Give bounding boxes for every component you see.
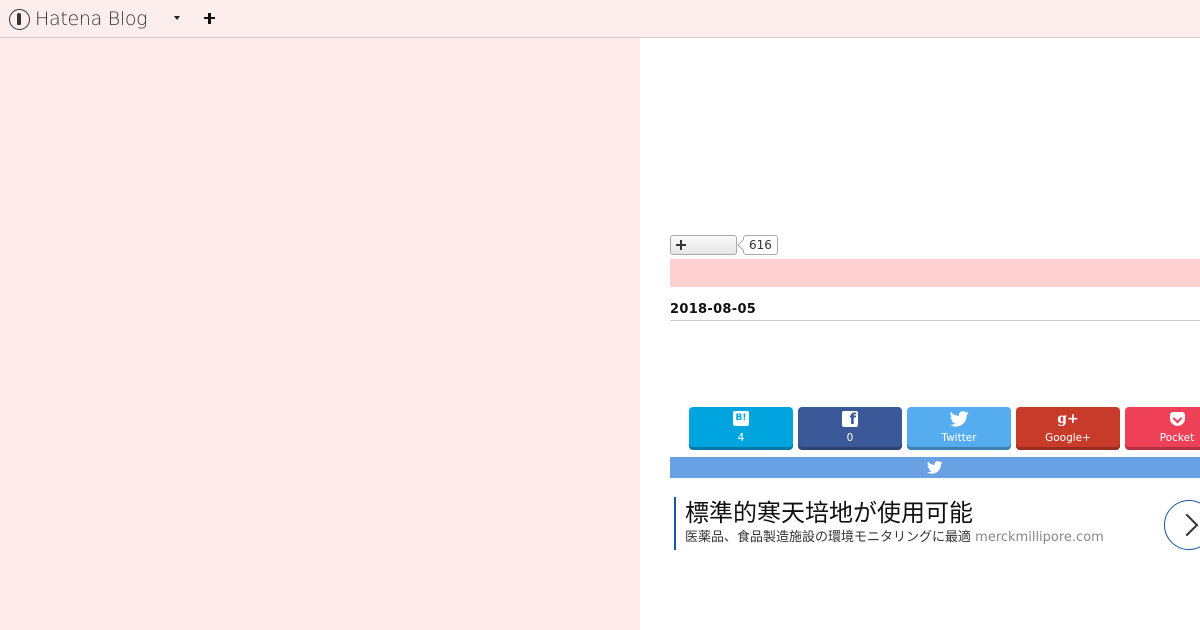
brand-name: Hatena Blog (35, 8, 148, 30)
pocket-icon (1169, 411, 1185, 426)
twitter-label: Twitter (941, 432, 977, 444)
share-buttons: B! 4 f 0 Twitter g+ Google+ Pocket (689, 407, 1200, 450)
facebook-share-count: 0 (846, 432, 854, 444)
ad-description: 医薬品、食品製造施設の環境モニタリングに最適 merckmillipore.co… (685, 529, 1200, 547)
ad-promo[interactable]: 標準的寒天培地が使用可能 医薬品、食品製造施設の環境モニタリングに最適 merc… (674, 497, 1200, 550)
bookmark-count[interactable]: 616 (743, 235, 778, 255)
entry-date[interactable]: 2018-08-05 (670, 302, 756, 317)
hatena-bookmark-share-button[interactable]: B! 4 (689, 407, 793, 450)
new-post-plus-icon[interactable] (201, 9, 219, 27)
tweet-bar[interactable] (670, 457, 1200, 478)
google-plus-share-button[interactable]: g+ Google+ (1016, 407, 1120, 450)
facebook-icon: f (842, 410, 858, 427)
facebook-share-button[interactable]: f 0 (798, 407, 902, 450)
left-panel (0, 38, 640, 630)
ad-domain[interactable]: merckmillipore.com (975, 530, 1104, 545)
twitter-bird-icon (949, 410, 969, 427)
hatena-blog-logo-link[interactable]: Hatena Blog (9, 7, 148, 31)
ad-description-text: 医薬品、食品製造施設の環境モニタリングに最適 (685, 530, 972, 545)
google-plus-icon: g+ (1057, 410, 1079, 427)
add-bookmark-button[interactable] (670, 235, 737, 255)
hatena-bookmark-icon: B! (733, 411, 749, 426)
twitter-share-button[interactable]: Twitter (907, 407, 1011, 450)
ad-space (670, 38, 1200, 228)
pocket-share-button[interactable]: Pocket (1125, 407, 1200, 450)
hatena-bookmark-widget: 616 (670, 235, 778, 255)
pocket-label: Pocket (1159, 432, 1195, 444)
ad-title[interactable]: 標準的寒天培地が使用可能 (685, 497, 1200, 529)
google-plus-label: Google+ (1045, 432, 1091, 444)
main-content: 616 2018-08-05 B! 4 f 0 Twitter g+ Googl… (640, 38, 1200, 630)
blog-menu-dropdown-button[interactable] (170, 11, 184, 25)
entry-date-row: 2018-08-05 (670, 298, 1200, 321)
twitter-bird-icon (927, 461, 943, 474)
caret-down-icon (174, 16, 180, 20)
hatena-logo-icon (9, 8, 30, 30)
header-pink-bar (670, 259, 1200, 287)
hatena-bookmark-count: 4 (737, 432, 745, 444)
top-bar: Hatena Blog (0, 0, 1200, 38)
chevron-right-icon (1175, 513, 1199, 537)
